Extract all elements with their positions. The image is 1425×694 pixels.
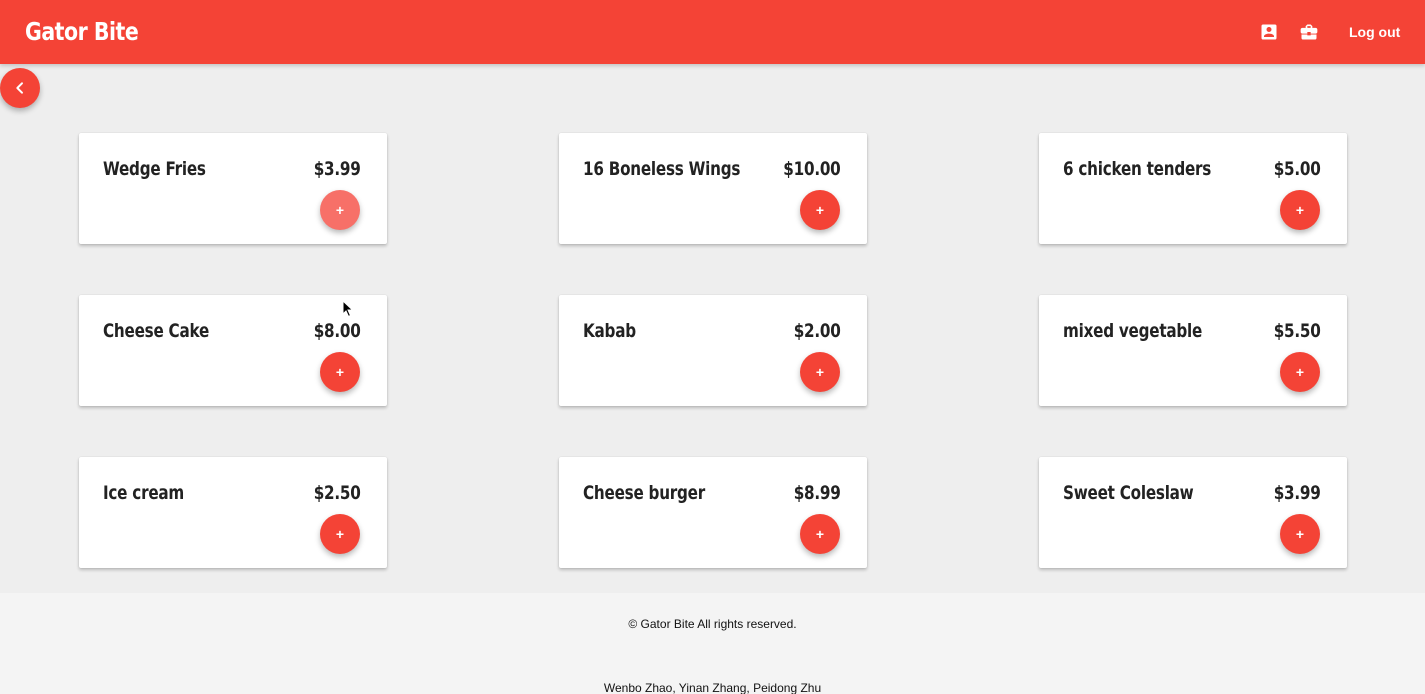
item-price: $3.99 — [1274, 482, 1321, 504]
account-box-icon[interactable] — [1258, 22, 1280, 42]
briefcase-icon[interactable] — [1298, 22, 1320, 42]
item-price: $5.00 — [1274, 158, 1321, 180]
item-name: mixed vegetable — [1063, 320, 1203, 342]
add-to-cart-button[interactable]: + — [1280, 352, 1320, 392]
item-name: Cheese Cake — [103, 320, 210, 342]
menu-item-card: 16 Boneless Wings $10.00 + — [559, 133, 867, 244]
item-name: 6 chicken tenders — [1063, 158, 1212, 180]
add-to-cart-button[interactable]: + — [320, 352, 360, 392]
menu-item-card: Sweet Coleslaw $3.99 + — [1039, 457, 1347, 568]
add-to-cart-button[interactable]: + — [800, 190, 840, 230]
item-name: Ice cream — [103, 482, 185, 504]
top-navbar: Gator Bite Log out — [0, 0, 1425, 64]
item-price: $5.50 — [1274, 320, 1321, 342]
item-price: $3.99 — [314, 158, 361, 180]
menu-item-card: 6 chicken tenders $5.00 + — [1039, 133, 1347, 244]
item-price: $8.00 — [314, 320, 361, 342]
back-button[interactable] — [0, 68, 40, 108]
item-name: Sweet Coleslaw — [1063, 482, 1194, 504]
menu-item-card: Ice cream $2.50 + — [79, 457, 387, 568]
item-name: Cheese burger — [583, 482, 706, 504]
add-to-cart-button[interactable]: + — [1280, 514, 1320, 554]
add-to-cart-button[interactable]: + — [1280, 190, 1320, 230]
item-price: $2.00 — [794, 320, 841, 342]
item-name: Wedge Fries — [103, 158, 206, 180]
logout-link[interactable]: Log out — [1349, 23, 1400, 41]
add-to-cart-button[interactable]: + — [800, 514, 840, 554]
menu-item-card: mixed vegetable $5.50 + — [1039, 295, 1347, 406]
menu-item-card: Wedge Fries $3.99 + — [79, 133, 387, 244]
add-to-cart-button[interactable]: + — [800, 352, 840, 392]
chevron-left-icon — [16, 82, 23, 94]
brand-logo[interactable]: Gator Bite — [25, 17, 139, 47]
menu-item-card: Kabab $2.00 + — [559, 295, 867, 406]
copyright-text: © Gator Bite All rights reserved. — [628, 617, 797, 631]
item-price: $8.99 — [794, 482, 841, 504]
add-to-cart-button[interactable]: + — [320, 514, 360, 554]
item-price: $2.50 — [314, 482, 361, 504]
item-price: $10.00 — [783, 158, 841, 180]
menu-item-card: Cheese Cake $8.00 + — [79, 295, 387, 406]
page-footer: © Gator Bite All rights reserved. Wenbo … — [0, 593, 1425, 694]
authors-text: Wenbo Zhao, Yinan Zhang, Peidong Zhu — [603, 681, 822, 694]
item-name: Kabab — [583, 320, 636, 342]
add-to-cart-button[interactable]: + — [320, 190, 360, 230]
item-name: 16 Boneless Wings — [583, 158, 741, 180]
menu-item-card: Cheese burger $8.99 + — [559, 457, 867, 568]
